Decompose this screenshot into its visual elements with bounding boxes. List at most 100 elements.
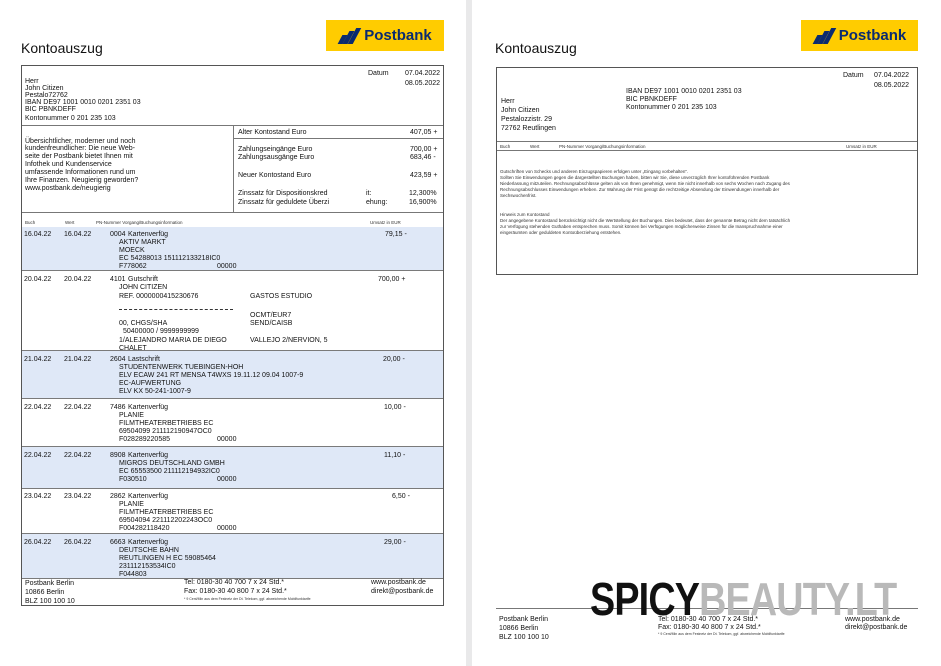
- detail-line: DEUTSCHE BAHN: [119, 547, 179, 554]
- amount: 29,00 -: [384, 539, 406, 546]
- reference: F004282118420: [119, 525, 170, 532]
- bic: BIC PBNKDEFF: [626, 96, 677, 103]
- code: 00000: [217, 476, 237, 483]
- transaction-type: Kartenverfüg: [128, 231, 169, 238]
- detail-line: 69504094 221112202243OC0: [119, 517, 213, 524]
- statement-frame: Datum 07.04.2022 08.05.2022 Herr John Ci…: [21, 65, 444, 606]
- detail-line: MIGROS DEUTSCHLAND GMBH: [119, 460, 225, 467]
- iban: IBAN DE97 1001 0010 0201 2351 03: [626, 88, 742, 95]
- detail-line: ELV ECAW 241 RT MENSA T4WXS 19.11.12 09.…: [119, 372, 304, 379]
- info-text-line: Ihre Finanzen. Neugierig geworden?: [25, 177, 139, 184]
- reference: F778062: [119, 263, 147, 270]
- address-line: Pestalozzistr. 29: [501, 116, 552, 123]
- watermark-part-2: BEAUTY.LT: [699, 573, 897, 625]
- postbank-mark-icon: [812, 27, 836, 44]
- dashed-separator: [119, 309, 233, 310]
- detail-line: MOECK: [119, 247, 145, 254]
- detail-line: EC 54288013 151112133218IC0: [119, 255, 221, 262]
- pn-number: 2862: [110, 493, 126, 500]
- footer-web[interactable]: www.postbank.de: [371, 579, 426, 587]
- detail-line: STUDENTENWERK TUEBINGEN-HOH: [119, 364, 244, 371]
- notice-line: Sechswochenfrist.: [500, 193, 537, 198]
- value-date: 20.04.22: [64, 276, 92, 283]
- statement-page-2: Postbank Kontoauszug Datum 07.04.2022 08…: [472, 0, 941, 666]
- col-header-info: PN-Nummer Vorgang/Buchungsinformation: [559, 144, 646, 149]
- footer-email[interactable]: direkt@postbank.de: [371, 588, 433, 596]
- col-header-buch: Buch: [25, 220, 36, 225]
- footer-note: * 9 Cent/Min aus dem Festnetz der Dt. Te…: [184, 597, 311, 601]
- balance-value: 700,00 +: [410, 146, 438, 153]
- notice-heading: Hinweis zum Kontostand: [500, 212, 550, 217]
- info-text-line: kundenfreundlicher: Die neue Web-: [25, 145, 135, 152]
- footer-address: Postbank Berlin: [499, 616, 549, 623]
- pn-number: 6663: [110, 539, 126, 546]
- transactions-table: 16.04.22 16.04.22 0004 Kartenverfüg 79,1…: [22, 227, 443, 579]
- detail-line: REUTLINGEN H EC 59085464: [119, 555, 216, 562]
- value-date: 21.04.22: [64, 356, 92, 363]
- detail-line: EC-AUFWERTUNG: [119, 380, 182, 387]
- col-header-amount: Umsatz in EUR: [846, 144, 877, 149]
- col-header-info: PN-Nummer Vorgang/Buchungsinformation: [96, 220, 183, 225]
- address-line: Herr: [501, 98, 515, 105]
- pn-number: 7486: [110, 404, 126, 411]
- booking-date: 23.04.22: [24, 493, 52, 500]
- date-1: 07.04.2022: [874, 72, 910, 79]
- amount: 11,10 -: [384, 452, 406, 459]
- booking-date: 22.04.22: [24, 404, 52, 411]
- page-title: Kontoauszug: [21, 40, 103, 56]
- amount: 700,00 +: [378, 276, 406, 283]
- address-line: John Citizen: [501, 107, 540, 114]
- info-text-line: www.postbank.de/neugierig: [25, 185, 111, 192]
- notice-line: Der angegebene Kontostand berücksichtigt…: [500, 218, 791, 223]
- balance-label: Neuer Kontostand Euro: [238, 172, 312, 179]
- transaction-type: Gutschrift: [128, 276, 158, 283]
- reference: F030510: [119, 476, 147, 483]
- detail-line: 00, CHGS/SHA: [119, 320, 168, 327]
- balance-value: 683,46 -: [410, 154, 436, 161]
- balance-label: Zahlungsausgänge Euro: [238, 154, 315, 161]
- interest-value: 12,300%: [409, 190, 437, 197]
- detail-line: PLANIE: [119, 501, 144, 508]
- detail-line: JOHN CITIZEN: [119, 284, 168, 291]
- footer-note: * 9 Cent/Min aus dem Festnetz der Dt. Te…: [658, 632, 785, 636]
- date-2: 08.05.2022: [874, 82, 910, 89]
- detail-line: 231112153534IC0: [119, 563, 176, 570]
- pn-number: 0004: [110, 231, 126, 238]
- notice-line: zur Verfügung stehenden Guthaben entspre…: [500, 224, 783, 229]
- table-row: 16.04.22 16.04.22 0004 Kartenverfüg 79,1…: [22, 227, 443, 271]
- detail-line: ELV KX 50-241-1007-9: [119, 388, 191, 395]
- watermark: SPICYBEAUTY.LT: [590, 572, 897, 626]
- detail-line: AKTIV MARKT: [119, 239, 166, 246]
- col-header-wert: Wert: [530, 144, 540, 149]
- balance-value: 423,59 +: [410, 172, 438, 179]
- divider: [497, 141, 917, 142]
- footer-phone: Tel: 0180-30 40 700 7 x 24 Std.*: [184, 579, 285, 586]
- date-2: 08.05.2022: [405, 80, 441, 87]
- address-line: 72762 Reutlingen: [501, 125, 556, 132]
- notice-line: Niederlassung mitzuteilen. Rechnungsabsc…: [500, 181, 790, 186]
- bic: BIC PBNKDEFF: [25, 106, 76, 113]
- table-row: 26.04.22 26.04.22 6663 Kartenverfüg 29,0…: [22, 534, 443, 579]
- notice-line: eingeräumten oder geduldeten Kontoüberzi…: [500, 230, 622, 235]
- table-row: 20.04.22 20.04.22 4101 Gutschrift 700,00…: [22, 271, 443, 352]
- detail-line: SEND/CAISB: [250, 320, 293, 327]
- postbank-mark-icon: [337, 27, 362, 44]
- transaction-type: Kartenverfüg: [128, 452, 169, 459]
- detail-line: 1/ALEJANDRO MARIA DE DIEGO: [119, 337, 227, 344]
- footer-address: Postbank Berlin: [25, 580, 75, 587]
- transaction-type: Kartenverfüg: [128, 404, 169, 411]
- table-row: 22.04.22 22.04.22 8908 Kartenverfüg 11,1…: [22, 447, 443, 489]
- info-text-line: seite der Postbank bietet Ihnen mit: [25, 153, 133, 160]
- booking-date: 16.04.22: [24, 231, 52, 238]
- table-row: 23.04.22 23.04.22 2862 Kartenverfüg 6,50…: [22, 489, 443, 534]
- account-number: Kontonummer 0 201 235 103: [25, 115, 116, 122]
- pn-number: 4101: [110, 276, 126, 283]
- page-title: Kontoauszug: [495, 40, 577, 56]
- value-date: 22.04.22: [64, 452, 92, 459]
- code: 00000: [217, 436, 237, 443]
- amount: 10,00 -: [384, 404, 406, 411]
- datum-label: Datum: [368, 70, 389, 77]
- booking-date: 26.04.22: [24, 539, 52, 546]
- footer-address: BLZ 100 100 10: [25, 598, 75, 605]
- detail-line: VALLEJO 2/NERVION, 5: [250, 337, 328, 344]
